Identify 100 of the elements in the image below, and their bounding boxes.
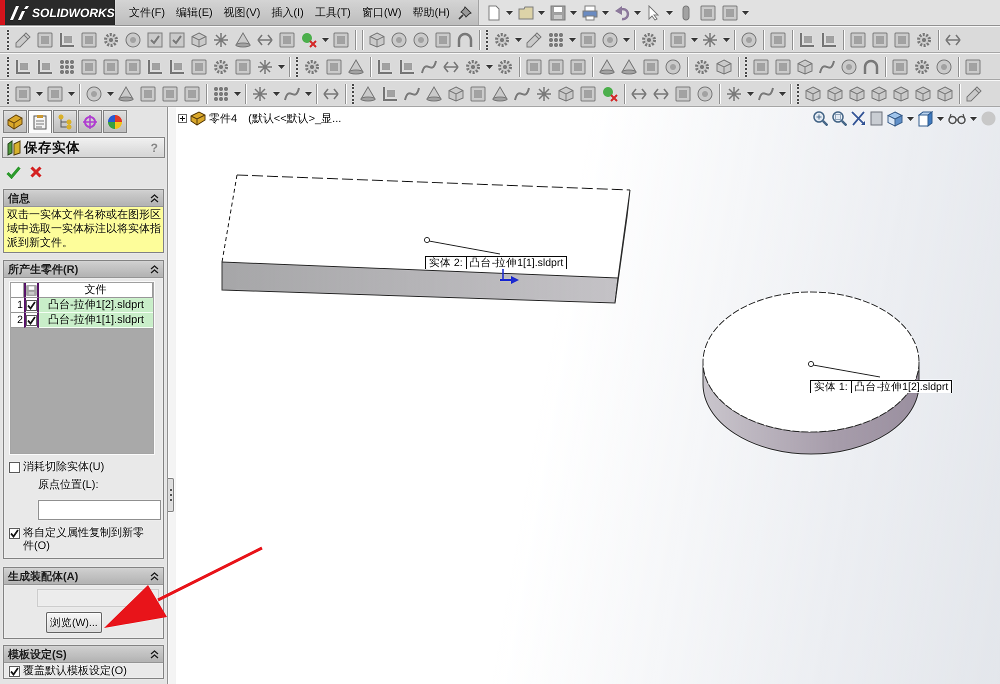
window-tool-icon[interactable] [700, 4, 716, 20]
cube-icon[interactable] [887, 110, 903, 126]
circle-tool-icon[interactable] [697, 86, 713, 102]
circle-tool-icon[interactable] [391, 32, 407, 48]
checkmark-icon[interactable] [6, 166, 21, 178]
collapse-icon[interactable] [150, 572, 159, 580]
cube-tool-icon[interactable] [558, 86, 574, 102]
page-icon[interactable] [486, 4, 502, 20]
cube-tool-icon[interactable] [448, 86, 464, 102]
double-arrow-tool-icon[interactable] [945, 32, 961, 48]
panel-tab[interactable] [53, 110, 77, 133]
caret-icon[interactable] [304, 92, 312, 96]
corner-tool-icon[interactable] [821, 32, 837, 48]
dot-grid-tool-icon[interactable] [59, 58, 75, 74]
window-tool-icon[interactable] [333, 32, 349, 48]
caret-icon[interactable] [538, 10, 546, 14]
gear-tool-icon[interactable] [213, 58, 229, 74]
window-tool-icon[interactable] [770, 32, 786, 48]
toolbar-grip[interactable] [6, 30, 10, 50]
panel-tab[interactable] [3, 110, 27, 133]
cube-tool-icon[interactable] [191, 32, 207, 48]
sparkle-tool-icon[interactable] [213, 32, 229, 48]
caret-icon[interactable] [234, 92, 240, 96]
checkbox[interactable] [26, 315, 37, 326]
caret-icon[interactable] [746, 92, 754, 96]
cone-tool-icon[interactable] [426, 86, 442, 102]
caret-icon[interactable] [634, 10, 642, 14]
checkbox[interactable] [9, 528, 20, 539]
circle-tool-icon[interactable] [665, 58, 681, 74]
caret-icon[interactable] [68, 92, 74, 96]
menu-item[interactable]: 文件(F) [129, 5, 166, 20]
window-tool-icon[interactable] [235, 58, 251, 74]
cone-tool-icon[interactable] [235, 32, 251, 48]
window-tool-icon[interactable] [81, 32, 97, 48]
menu-item[interactable]: 窗口(W) [362, 5, 402, 20]
cone-tool-icon[interactable] [599, 58, 615, 74]
magnifier-icon[interactable] [813, 111, 828, 126]
collapse-icon[interactable] [150, 650, 159, 658]
cone-tool-icon[interactable] [621, 58, 637, 74]
caret-icon[interactable] [690, 38, 698, 42]
sparkle-tool-icon[interactable] [257, 58, 273, 74]
cube-tool-icon[interactable] [805, 86, 821, 102]
window-tool-icon[interactable] [850, 32, 866, 48]
menu-item[interactable]: 编辑(E) [176, 5, 213, 20]
table-cell[interactable]: 凸台-拉伸1[1].sldprt [39, 313, 153, 328]
cube-tool-icon[interactable] [893, 86, 909, 102]
window-tool-icon[interactable] [15, 86, 31, 102]
pencil-tool-icon[interactable] [526, 32, 542, 48]
pencil-tool-icon[interactable] [966, 86, 982, 102]
gear-tool-icon[interactable] [304, 58, 320, 74]
panel-tab[interactable] [103, 110, 127, 133]
dot-grid-tool-icon[interactable] [548, 32, 564, 48]
circle-tool-icon[interactable] [125, 32, 141, 48]
window-tool-icon[interactable] [279, 32, 295, 48]
menu-item[interactable]: 工具(T) [314, 5, 351, 20]
crossed-arrows-icon[interactable] [851, 111, 866, 126]
cube-tool-icon[interactable] [915, 86, 931, 102]
arc-tool-icon[interactable] [457, 32, 473, 48]
caret-icon[interactable] [742, 10, 750, 14]
window-tool-icon[interactable] [162, 86, 178, 102]
corner-tool-icon[interactable] [37, 58, 53, 74]
gear-tool-icon[interactable] [916, 32, 932, 48]
window-tool-icon[interactable] [580, 86, 596, 102]
gear-tool-icon[interactable] [914, 58, 930, 74]
check-cross-tool-icon[interactable] [602, 86, 618, 102]
circle-tool-icon[interactable] [86, 86, 102, 102]
gear-tool-icon[interactable] [694, 58, 710, 74]
double-arrow-tool-icon[interactable] [257, 32, 273, 48]
cube-tool-icon[interactable] [827, 86, 843, 102]
window-tool-icon[interactable] [103, 58, 119, 74]
caret-icon[interactable] [970, 116, 977, 120]
toolbar-grip[interactable] [486, 30, 488, 50]
gear-tool-icon[interactable] [103, 32, 119, 48]
checkbox-tool-icon[interactable] [169, 32, 185, 48]
sparkle-tool-icon[interactable] [702, 32, 718, 48]
window-tool-icon[interactable] [191, 58, 207, 74]
caret-icon[interactable] [272, 92, 280, 96]
window-tool-icon[interactable] [526, 58, 542, 74]
checkbox[interactable] [9, 666, 20, 677]
window-tool-icon[interactable] [81, 58, 97, 74]
table-cell[interactable]: 凸台-拉伸1[2].sldprt [39, 298, 153, 313]
collapse-icon[interactable] [150, 194, 159, 202]
printer-icon[interactable] [582, 4, 598, 20]
checkbox[interactable] [9, 462, 20, 473]
caret-icon[interactable] [506, 10, 514, 14]
window-tool-icon[interactable] [125, 58, 141, 74]
cube-tool-icon[interactable] [871, 86, 887, 102]
splitter-handle[interactable] [168, 478, 174, 512]
caret-icon[interactable] [106, 92, 114, 96]
cone-tool-icon[interactable] [360, 86, 376, 102]
caret-icon[interactable] [486, 64, 492, 68]
window-tool-icon[interactable] [643, 58, 659, 74]
corner-tool-icon[interactable] [399, 58, 415, 74]
toolbar-grip[interactable] [744, 56, 748, 76]
caret-icon[interactable] [514, 38, 522, 42]
caret-icon[interactable] [570, 10, 578, 14]
box-icon[interactable] [870, 111, 883, 126]
window-tool-icon[interactable] [435, 32, 451, 48]
window-tool-icon[interactable] [894, 32, 910, 48]
gear-tool-icon[interactable] [465, 58, 481, 74]
